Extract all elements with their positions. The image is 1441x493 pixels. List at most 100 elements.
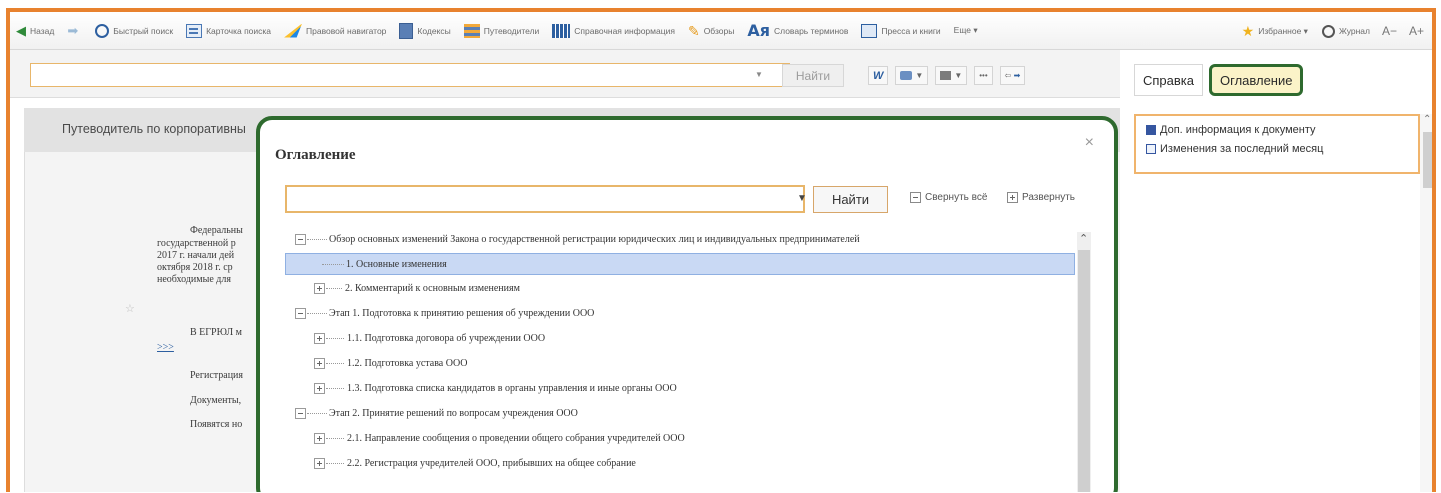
expand-node-icon[interactable]	[314, 332, 325, 344]
back-arrow-icon: ◀	[16, 23, 26, 38]
codes-button[interactable]: Кодексы	[399, 22, 451, 39]
save-button[interactable]: ▼	[935, 66, 968, 85]
legal-navigator-label: Правовой навигатор	[306, 25, 387, 36]
print-button[interactable]: ▼	[895, 66, 929, 85]
dialog-title: Оглавление	[275, 147, 356, 163]
toc-item-selected[interactable]: 1. Основные изменения	[285, 253, 1075, 275]
journal-button[interactable]: Журнал	[1321, 24, 1370, 38]
search-dropdown-icon[interactable]: ▼	[755, 70, 763, 79]
expand-node-icon[interactable]	[314, 357, 325, 369]
font-increase-button[interactable]: A+	[1409, 24, 1424, 38]
toc-item[interactable]: 1.1. Подготовка договора об учреждении О…	[285, 327, 1075, 349]
chevron-down-icon[interactable]: ▼	[797, 193, 807, 204]
collapse-icon	[910, 192, 921, 203]
expand-node-icon[interactable]	[314, 382, 325, 394]
journal-label: Журнал	[1338, 26, 1370, 36]
extra-info-link[interactable]: Доп. информация к документу	[1146, 124, 1408, 136]
toc-item[interactable]: 2.1. Направление сообщения о проведении …	[285, 427, 1075, 449]
scroll-up-icon[interactable]: ⌃	[1079, 232, 1088, 245]
search-card-button[interactable]: Карточка поиска	[186, 23, 271, 38]
quick-search-button[interactable]: Быстрый поиск	[95, 23, 173, 38]
tree-connector	[322, 263, 344, 265]
main-find-button[interactable]: Найти	[782, 64, 844, 87]
toc-item-label: 1.3. Подготовка списка кандидатов в орга…	[347, 382, 677, 394]
main-toolbar: ◀ Назад ➡ Быстрый поиск Карточка поиска П…	[10, 12, 1432, 50]
toc-search-input[interactable]	[287, 187, 803, 211]
toc-item-label: Обзор основных изменений Закона о госуда…	[329, 233, 860, 245]
doc-line: Регистрация	[190, 370, 243, 381]
toc-item-label: Этап 2. Принятие решений по вопросам учр…	[329, 407, 578, 419]
recent-changes-link[interactable]: Изменения за последний месяц	[1146, 143, 1408, 155]
word-icon: W	[873, 69, 884, 82]
scrollbar-thumb[interactable]	[1423, 132, 1432, 188]
right-panel-tabs: Справка Оглавление	[1134, 64, 1309, 96]
expand-node-icon[interactable]	[314, 457, 325, 469]
word-export-button[interactable]: W	[868, 66, 889, 85]
tab-table-of-contents[interactable]: Оглавление	[1209, 64, 1304, 96]
reference-label: Справочная информация	[574, 25, 675, 36]
tab-help[interactable]: Справка	[1134, 64, 1203, 96]
toc-scrollbar[interactable]: ⌃	[1077, 232, 1091, 492]
ellipsis-icon: •••	[979, 71, 988, 80]
right-scrollbar[interactable]: ⌃	[1420, 114, 1432, 492]
toc-item[interactable]: 1.2. Подготовка устава ООО	[285, 352, 1075, 374]
toc-item[interactable]: 2.2. Регистрация учредителей ООО, прибыв…	[285, 452, 1075, 474]
back-label: Назад	[30, 25, 55, 36]
tree-connector	[326, 337, 344, 339]
reviews-button[interactable]: ✎ Обзоры	[688, 24, 734, 38]
expand-node-icon[interactable]	[314, 432, 325, 444]
tree-connector	[326, 387, 344, 389]
doc-line: В ЕГРЮЛ м	[190, 327, 243, 338]
tree-connector	[326, 462, 344, 464]
collapse-node-icon[interactable]	[295, 307, 306, 319]
main-search-field[interactable]	[30, 63, 790, 87]
collapse-node-icon[interactable]	[295, 407, 306, 419]
toc-item[interactable]: Этап 1. Подготовка к принятию решения об…	[285, 302, 1075, 324]
press-icon	[861, 23, 878, 38]
reference-button[interactable]: Справочная информация	[552, 23, 675, 38]
back-button[interactable]: ◀ Назад	[16, 24, 54, 37]
dictionary-icon: Ая	[747, 20, 771, 40]
info-book-icon	[1146, 125, 1156, 135]
prev-next-buttons[interactable]: ⇦ ➡	[999, 66, 1026, 85]
doc-line: 2017 г. начали дей	[157, 250, 235, 261]
recent-changes-label: Изменения за последний месяц	[1160, 143, 1324, 155]
toc-search-field[interactable]	[285, 185, 805, 213]
toc-item[interactable]: 2. Комментарий к основным изменениям	[285, 277, 1075, 299]
more-actions-button[interactable]: •••	[974, 66, 993, 85]
collapse-all-button[interactable]: Свернуть всё	[910, 192, 987, 203]
toc-item[interactable]: Обзор основных изменений Закона о госуда…	[285, 228, 1075, 250]
codes-label: Кодексы	[417, 25, 451, 36]
forward-button[interactable]: ➡	[67, 24, 82, 37]
scroll-up-icon[interactable]: ⌃	[1423, 114, 1431, 125]
more-link[interactable]: >>>	[157, 342, 174, 353]
printer-icon	[900, 71, 913, 80]
toc-item[interactable]: Этап 2. Принятие решений по вопросам учр…	[285, 402, 1075, 424]
toc-find-button[interactable]: Найти	[813, 186, 888, 213]
dictionary-button[interactable]: Ая Словарь терминов	[747, 20, 848, 40]
more-button[interactable]: Еще ▾	[954, 25, 978, 36]
toc-item[interactable]: 1.3. Подготовка списка кандидатов в орга…	[285, 377, 1075, 399]
scrollbar-thumb[interactable]	[1078, 250, 1090, 492]
expand-button[interactable]: Развернуть	[1007, 192, 1075, 203]
collapse-all-label: Свернуть всё	[925, 192, 988, 203]
guides-icon	[463, 23, 480, 38]
search-card-icon	[186, 23, 203, 38]
font-decrease-button[interactable]: A−	[1382, 24, 1397, 38]
press-button[interactable]: Пресса и книги	[861, 23, 941, 38]
star-icon: ★	[1241, 23, 1255, 39]
tree-connector	[326, 437, 344, 439]
close-icon[interactable]: ×	[1085, 134, 1094, 152]
main-search-input[interactable]	[31, 64, 789, 86]
collapse-node-icon[interactable]	[295, 233, 306, 245]
legal-navigator-button[interactable]: Правовой навигатор	[284, 23, 387, 38]
doc-line: октября 2018 г. ср	[157, 262, 233, 273]
prev-arrow-icon: ⇦	[1004, 71, 1012, 80]
expand-icon	[1007, 192, 1018, 203]
app-window: ◀ Назад ➡ Быстрый поиск Карточка поиска П…	[6, 8, 1436, 492]
search-icon	[95, 23, 110, 38]
guides-button[interactable]: Путеводители	[463, 23, 539, 38]
bookmark-star-icon[interactable]: ☆	[125, 302, 135, 315]
favorites-button[interactable]: ★ Избранное ▾	[1242, 24, 1308, 38]
expand-node-icon[interactable]	[314, 282, 325, 294]
